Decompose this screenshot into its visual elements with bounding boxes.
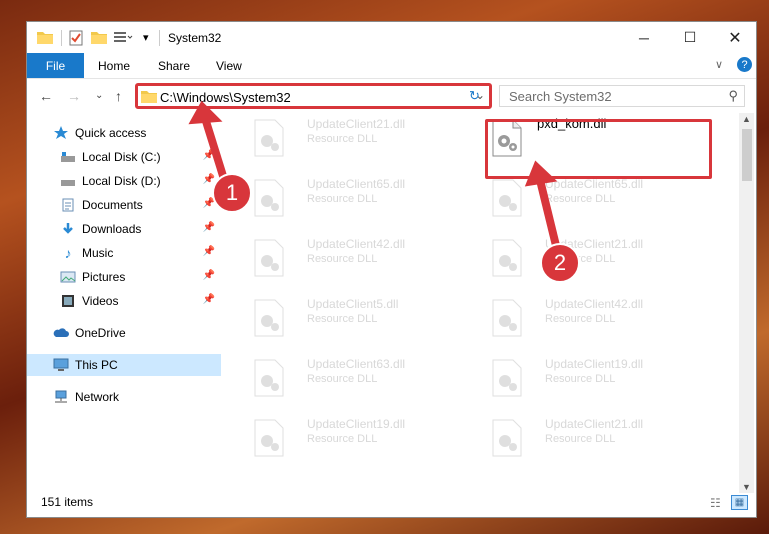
arrow-1-head — [188, 100, 223, 125]
arrow-2-head — [524, 160, 558, 187]
step-2-badge: 2 — [540, 243, 580, 283]
step-1-badge: 1 — [212, 173, 252, 213]
annotation-arrows — [188, 100, 564, 263]
